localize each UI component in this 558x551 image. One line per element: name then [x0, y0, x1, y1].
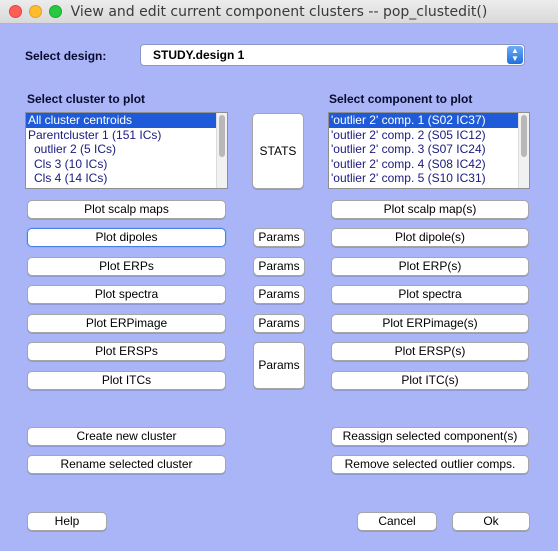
help-button[interactable]: Help: [27, 512, 107, 531]
plot-component-itcs-button[interactable]: Plot ITC(s): [331, 371, 529, 390]
list-item[interactable]: Cls 5 (3 ICs): [26, 186, 227, 189]
list-item[interactable]: 'outlier 2' comp. 1 (S02 IC37): [329, 113, 529, 128]
plot-ersps-button[interactable]: Plot ERSPs: [27, 342, 226, 361]
spectra-params-button[interactable]: Params: [253, 285, 305, 304]
plot-dipoles-button[interactable]: Plot dipoles: [27, 228, 226, 247]
ersp-itc-params-button[interactable]: Params: [253, 342, 305, 389]
list-item[interactable]: Cls 3 (10 ICs): [26, 157, 227, 172]
plot-component-scalp-maps-button[interactable]: Plot scalp map(s): [331, 200, 529, 219]
list-item[interactable]: 'outlier 2' comp. 2 (S05 IC12): [329, 128, 529, 143]
title-bar: View and edit current component clusters…: [0, 0, 558, 24]
plot-erpimage-button[interactable]: Plot ERPimage: [27, 314, 226, 333]
design-label: Select design:: [25, 49, 107, 63]
list-item[interactable]: Cls 4 (14 ICs): [26, 171, 227, 186]
list-item[interactable]: 'Cls 3' comp. 1 (S02 IC16): [329, 186, 529, 189]
list-item[interactable]: 'outlier 2' comp. 5 (S10 IC31): [329, 171, 529, 186]
remove-outlier-comps-button[interactable]: Remove selected outlier comps.: [331, 455, 529, 474]
cluster-list-scrollbar[interactable]: [216, 113, 227, 188]
list-item[interactable]: outlier 2 (5 ICs): [26, 142, 227, 157]
stats-button[interactable]: STATS: [252, 113, 304, 189]
plot-erps-button[interactable]: Plot ERPs: [27, 257, 226, 276]
list-item[interactable]: All cluster centroids: [26, 113, 227, 128]
dialog-content: Select design: STUDY.design 1 ▲ ▼ Select …: [0, 25, 558, 551]
plot-scalp-maps-button[interactable]: Plot scalp maps: [27, 200, 226, 219]
plot-component-ersps-button[interactable]: Plot ERSP(s): [331, 342, 529, 361]
create-cluster-button[interactable]: Create new cluster: [27, 427, 226, 446]
cluster-listbox[interactable]: All cluster centroids Parentcluster 1 (15…: [25, 112, 228, 189]
design-select-value: STUDY.design 1: [153, 48, 245, 62]
list-item[interactable]: 'outlier 2' comp. 3 (S07 IC24): [329, 142, 529, 157]
plot-component-spectra-button[interactable]: Plot spectra: [331, 285, 529, 304]
plot-component-dipoles-button[interactable]: Plot dipole(s): [331, 228, 529, 247]
scrollbar-thumb[interactable]: [521, 115, 527, 157]
plot-itcs-button[interactable]: Plot ITCs: [27, 371, 226, 390]
window-title: View and edit current component clusters…: [70, 4, 488, 20]
scrollbar-thumb[interactable]: [219, 115, 225, 157]
rename-cluster-button[interactable]: Rename selected cluster: [27, 455, 226, 474]
dipole-params-button[interactable]: Params: [253, 228, 305, 247]
plot-component-erps-button[interactable]: Plot ERP(s): [331, 257, 529, 276]
ok-button[interactable]: Ok: [452, 512, 530, 531]
erp-params-button[interactable]: Params: [253, 257, 305, 276]
component-list-scrollbar[interactable]: [518, 113, 529, 188]
chevron-updown-icon: ▲ ▼: [507, 46, 523, 64]
component-listbox[interactable]: 'outlier 2' comp. 1 (S02 IC37)'outlier 2…: [328, 112, 530, 189]
cancel-button[interactable]: Cancel: [357, 512, 437, 531]
component-list-label: Select component to plot: [329, 92, 473, 106]
reassign-component-button[interactable]: Reassign selected component(s): [331, 427, 529, 446]
erpimage-params-button[interactable]: Params: [253, 314, 305, 333]
plot-spectra-button[interactable]: Plot spectra: [27, 285, 226, 304]
list-item[interactable]: 'outlier 2' comp. 4 (S08 IC42): [329, 157, 529, 172]
list-item[interactable]: Parentcluster 1 (151 ICs): [26, 128, 227, 143]
design-select[interactable]: STUDY.design 1 ▲ ▼: [140, 44, 525, 66]
cluster-list-label: Select cluster to plot: [27, 92, 146, 106]
plot-component-erpimage-button[interactable]: Plot ERPimage(s): [331, 314, 529, 333]
